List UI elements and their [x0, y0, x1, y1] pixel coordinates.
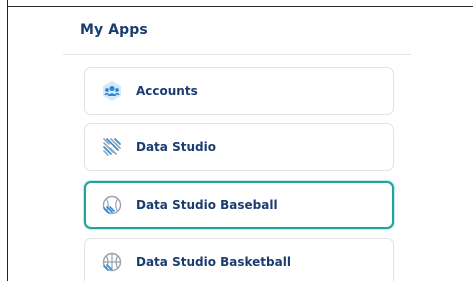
baseball-icon — [101, 194, 123, 216]
data-studio-icon — [101, 136, 123, 158]
app-label-data-studio-basketball: Data Studio Basketball — [136, 255, 291, 269]
app-label-data-studio: Data Studio — [136, 140, 216, 154]
section-title: My Apps — [80, 22, 148, 38]
frame-top-border — [7, 6, 473, 7]
app-card-data-studio-baseball[interactable]: Data Studio Baseball — [84, 181, 394, 229]
basketball-icon — [101, 251, 123, 273]
accounts-icon — [101, 80, 123, 102]
app-label-accounts: Accounts — [136, 84, 198, 98]
app-card-accounts[interactable]: Accounts — [84, 67, 394, 115]
section-divider — [63, 54, 411, 55]
app-card-data-studio[interactable]: Data Studio — [84, 123, 394, 171]
app-label-data-studio-baseball: Data Studio Baseball — [136, 198, 278, 212]
frame-left-border — [7, 0, 8, 281]
my-apps-page: My Apps Accounts Data Studio Data Studio… — [0, 0, 473, 281]
app-card-data-studio-basketball[interactable]: Data Studio Basketball — [84, 238, 394, 281]
